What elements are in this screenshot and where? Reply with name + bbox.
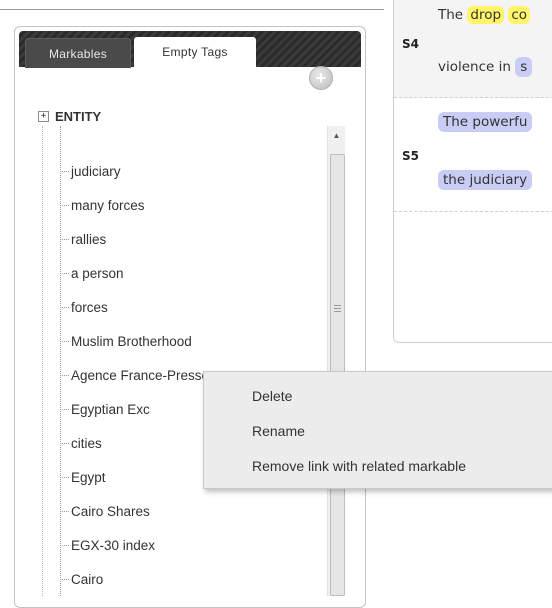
markable-highlight[interactable]: the judiciary xyxy=(438,170,533,190)
markable-highlight[interactable]: drop xyxy=(467,6,505,24)
menu-item-remove-link[interactable]: Remove link with related markable xyxy=(252,458,466,474)
sentence-line: the judiciary xyxy=(438,170,533,190)
top-divider xyxy=(0,9,384,10)
tree-item-label: Cairo xyxy=(71,571,104,587)
menu-item-rename[interactable]: Rename xyxy=(252,423,305,439)
tree-item-label: a person xyxy=(71,265,124,281)
tree-item-label: many forces xyxy=(71,197,145,213)
tree-item[interactable]: EGX-30 index xyxy=(60,536,155,554)
tree-item-label: forces xyxy=(71,299,108,315)
tab-markables[interactable]: Markables xyxy=(25,38,131,68)
tree-guide-line xyxy=(42,126,43,596)
tree-item[interactable]: a person xyxy=(60,264,124,282)
sentence-line: The drop co xyxy=(438,6,531,24)
markable-highlight[interactable]: co xyxy=(508,6,531,24)
sentence-text: The xyxy=(438,7,468,23)
tree-root-entity[interactable]: + ENTITY xyxy=(38,108,101,124)
tree-item-label: EGX-30 index xyxy=(71,537,156,553)
tree-scrollbar[interactable]: ▲ xyxy=(327,126,345,596)
tree-item-label: Egypt xyxy=(71,469,106,485)
markable-highlight[interactable]: s xyxy=(515,57,533,77)
tree-item[interactable]: cities xyxy=(60,434,102,452)
tree-root-label: ENTITY xyxy=(55,108,102,124)
tree-item-label: Agence France-Presse xyxy=(71,367,210,383)
tree-item[interactable]: Egyptian Exc xyxy=(60,400,150,418)
sentence-id: S4 xyxy=(402,37,419,51)
sentence-row: S4 The drop co violence in s xyxy=(394,0,552,98)
plus-circle-icon[interactable]: + xyxy=(309,66,333,90)
tree-item[interactable]: many forces xyxy=(60,196,145,214)
tree-item-label: cities xyxy=(71,435,102,451)
document-panel: S4 The drop co violence in s S5 The powe… xyxy=(393,0,552,343)
sentence-row: S5 The powerfu the judiciary xyxy=(394,97,552,212)
sentence-line: The powerfu xyxy=(438,112,533,132)
tree-item[interactable]: Egypt xyxy=(60,468,106,486)
scroll-up-arrow-icon[interactable]: ▲ xyxy=(328,126,345,144)
tree-item-label: Egyptian Exc xyxy=(71,401,150,417)
tab-bar: Markables Empty Tags xyxy=(19,31,361,68)
tree-item-label: rallies xyxy=(71,231,107,247)
tree-item[interactable]: Cairo xyxy=(60,570,103,588)
tree-item[interactable]: judiciary xyxy=(60,162,121,180)
sentence-id: S5 xyxy=(402,149,419,163)
menu-item-delete[interactable]: Delete xyxy=(252,388,292,404)
markable-highlight[interactable]: The powerfu xyxy=(438,112,533,132)
tree-item[interactable]: Agence France-Presse xyxy=(60,366,209,384)
grip-icon xyxy=(334,305,341,314)
tree-item-label: judiciary xyxy=(71,163,121,179)
tree-item[interactable]: forces xyxy=(60,298,108,316)
tree-item-label: Cairo Shares xyxy=(71,503,150,519)
sentence-line: violence in s xyxy=(438,57,533,77)
sentence-text: violence in xyxy=(438,59,516,75)
expand-icon[interactable]: + xyxy=(38,110,49,122)
tree-item-label: Muslim Brotherhood xyxy=(71,333,192,349)
tree-item[interactable]: Cairo Shares xyxy=(60,502,150,520)
tab-empty-tags[interactable]: Empty Tags xyxy=(134,37,256,67)
tree-item[interactable]: rallies xyxy=(60,230,106,248)
tree-item[interactable]: Muslim Brotherhood xyxy=(60,332,192,350)
context-menu: Delete Rename Remove link with related m… xyxy=(203,371,552,489)
